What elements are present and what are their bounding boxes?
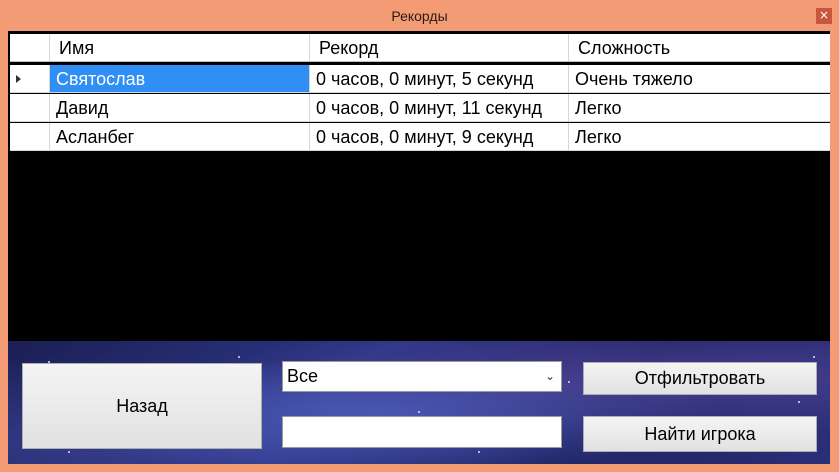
column-header-difficulty[interactable]: Сложность (569, 34, 830, 62)
star (798, 401, 800, 403)
star (478, 451, 480, 453)
cell-difficulty[interactable]: Легко (569, 94, 830, 122)
star (238, 356, 240, 358)
cell-name[interactable]: Святослав (50, 65, 310, 93)
title-bar[interactable]: Рекорды × (0, 0, 839, 34)
cell-record[interactable]: 0 часов, 0 минут, 5 секунд (310, 65, 569, 93)
row-header[interactable] (10, 123, 50, 151)
star (813, 356, 815, 358)
table-row[interactable]: Давид 0 часов, 0 минут, 11 секунд Легко (10, 94, 830, 122)
window-title: Рекорды (391, 8, 448, 24)
back-button[interactable]: Назад (22, 363, 262, 449)
client-area: Имя Рекорд Сложность Святослав 0 часов, … (8, 31, 830, 464)
star (68, 451, 70, 453)
cell-difficulty[interactable]: Легко (569, 123, 830, 151)
close-button[interactable]: × (816, 8, 832, 24)
header-corner (10, 34, 50, 62)
filter-button[interactable]: Отфильтровать (583, 362, 817, 395)
table-row[interactable]: Святослав 0 часов, 0 минут, 5 секунд Оче… (10, 65, 830, 93)
table-row[interactable]: Асланбег 0 часов, 0 минут, 9 секунд Легк… (10, 123, 830, 151)
row-header[interactable] (10, 94, 50, 122)
chevron-down-icon[interactable]: ⌄ (545, 362, 555, 391)
column-header-name[interactable]: Имя (50, 34, 310, 62)
cell-record[interactable]: 0 часов, 0 минут, 11 секунд (310, 94, 569, 122)
records-window: Рекорды × Имя Рекорд Сложность Святослав… (0, 0, 839, 472)
cell-record[interactable]: 0 часов, 0 минут, 9 секунд (310, 123, 569, 151)
current-row-arrow-icon (16, 75, 21, 83)
row-header[interactable] (10, 65, 50, 93)
filter-select-value: Все (287, 366, 319, 386)
cell-name[interactable]: Асланбег (50, 123, 310, 151)
cell-name[interactable]: Давид (50, 94, 310, 122)
star (568, 381, 570, 383)
find-player-button[interactable]: Найти игрока (583, 416, 817, 452)
grid-header-row: Имя Рекорд Сложность (10, 34, 830, 62)
star (418, 411, 420, 413)
difficulty-filter-select[interactable]: Все ⌄ (282, 361, 562, 392)
column-header-record[interactable]: Рекорд (310, 34, 569, 62)
cell-difficulty[interactable]: Очень тяжело (569, 65, 830, 93)
player-search-input[interactable] (282, 416, 562, 448)
